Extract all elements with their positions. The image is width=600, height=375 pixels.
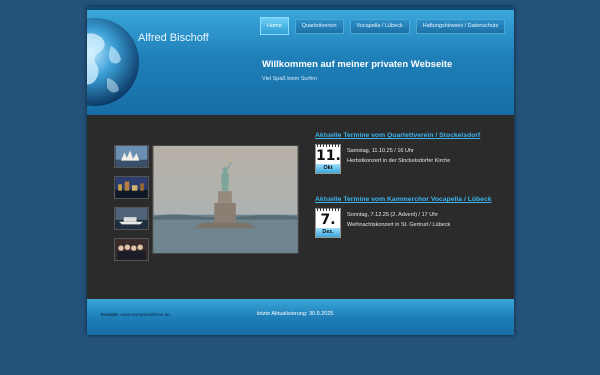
event-date-line: Sonntag, 7.12.25 (2. Advent) / 17 Uhr bbox=[347, 212, 439, 218]
event-date-line: Samstag, 11.10.25 / 16 Uhr bbox=[347, 148, 414, 154]
welcome-subtitle: Viel Spaß beim Surfen bbox=[262, 76, 317, 82]
page-container: Alfred Bischoff Home Quartettverein Voca… bbox=[87, 7, 514, 335]
last-updated: letzte Aktualisierung: 30.9.2025 bbox=[257, 311, 334, 317]
nav-item-quartettverein[interactable]: Quartettverein bbox=[294, 19, 344, 34]
nav-item-vocapella[interactable]: Vocapella / Lübeck bbox=[349, 19, 410, 34]
main-photo-statue-of-liberty bbox=[152, 145, 299, 254]
thumbnail-city-night[interactable] bbox=[114, 176, 149, 199]
calendar-rings bbox=[317, 143, 339, 147]
event-heading-link[interactable]: Aktuelle Termine vom Quartettverein / St… bbox=[315, 132, 505, 139]
event-details: Sonntag, 7.12.25 (2. Advent) / 17 Uhr We… bbox=[347, 208, 450, 238]
nav-item-haftungshinweis[interactable]: Haftungshinweis / Datenschutz bbox=[415, 19, 506, 34]
contact-link[interactable]: www.stompsedeferne.de bbox=[121, 312, 170, 317]
thumbnail-strip bbox=[114, 145, 149, 269]
thumbnail-choir[interactable] bbox=[114, 238, 149, 261]
calendar-day: 7. bbox=[320, 212, 336, 228]
globe-logo bbox=[87, 18, 139, 106]
thumbnail-opera-house[interactable] bbox=[114, 145, 149, 168]
header: Alfred Bischoff Home Quartettverein Voca… bbox=[87, 7, 514, 115]
footer: Kontakt: www.stompsedeferne.de letzte Ak… bbox=[87, 299, 514, 335]
nav-item-home[interactable]: Home bbox=[260, 17, 289, 35]
event-block: Aktuelle Termine vom Kammerchor Vocapell… bbox=[315, 196, 505, 238]
event-heading-link[interactable]: Aktuelle Termine vom Kammerchor Vocapell… bbox=[315, 196, 505, 203]
events-panel: Aktuelle Termine vom Quartettverein / St… bbox=[315, 132, 505, 238]
calendar-icon: 11. Okt bbox=[315, 143, 341, 174]
event-description: Weihnachtskonzert in St. Gertrud / Lübec… bbox=[347, 222, 451, 228]
thumbnail-ship[interactable] bbox=[114, 207, 149, 230]
calendar-month: Dez. bbox=[316, 228, 340, 237]
calendar-day: 11. bbox=[316, 148, 341, 164]
event-row: 7. Dez. Sonntag, 7.12.25 (2. Advent) / 1… bbox=[315, 207, 505, 238]
calendar-rings bbox=[317, 207, 339, 211]
event-row: 11. Okt Samstag, 11.10.25 / 16 Uhr Herbs… bbox=[315, 143, 505, 174]
welcome-title: Willkommen auf meiner privaten Webseite bbox=[262, 59, 453, 70]
event-block: Aktuelle Termine vom Quartettverein / St… bbox=[315, 132, 505, 174]
event-details: Samstag, 11.10.25 / 16 Uhr Herbstkonzert… bbox=[347, 144, 450, 174]
calendar-month: Okt bbox=[316, 164, 340, 173]
event-description: Herbstkonzert in der Stockelsdorfer Kirc… bbox=[347, 158, 451, 164]
main-nav: Home Quartettverein Vocapella / Lübeck H… bbox=[260, 17, 506, 35]
site-title: Alfred Bischoff bbox=[138, 32, 209, 44]
contact-label: Kontakt: bbox=[101, 312, 120, 317]
footer-contact: Kontakt: www.stompsedeferne.de bbox=[101, 312, 170, 317]
calendar-icon: 7. Dez. bbox=[315, 207, 341, 238]
